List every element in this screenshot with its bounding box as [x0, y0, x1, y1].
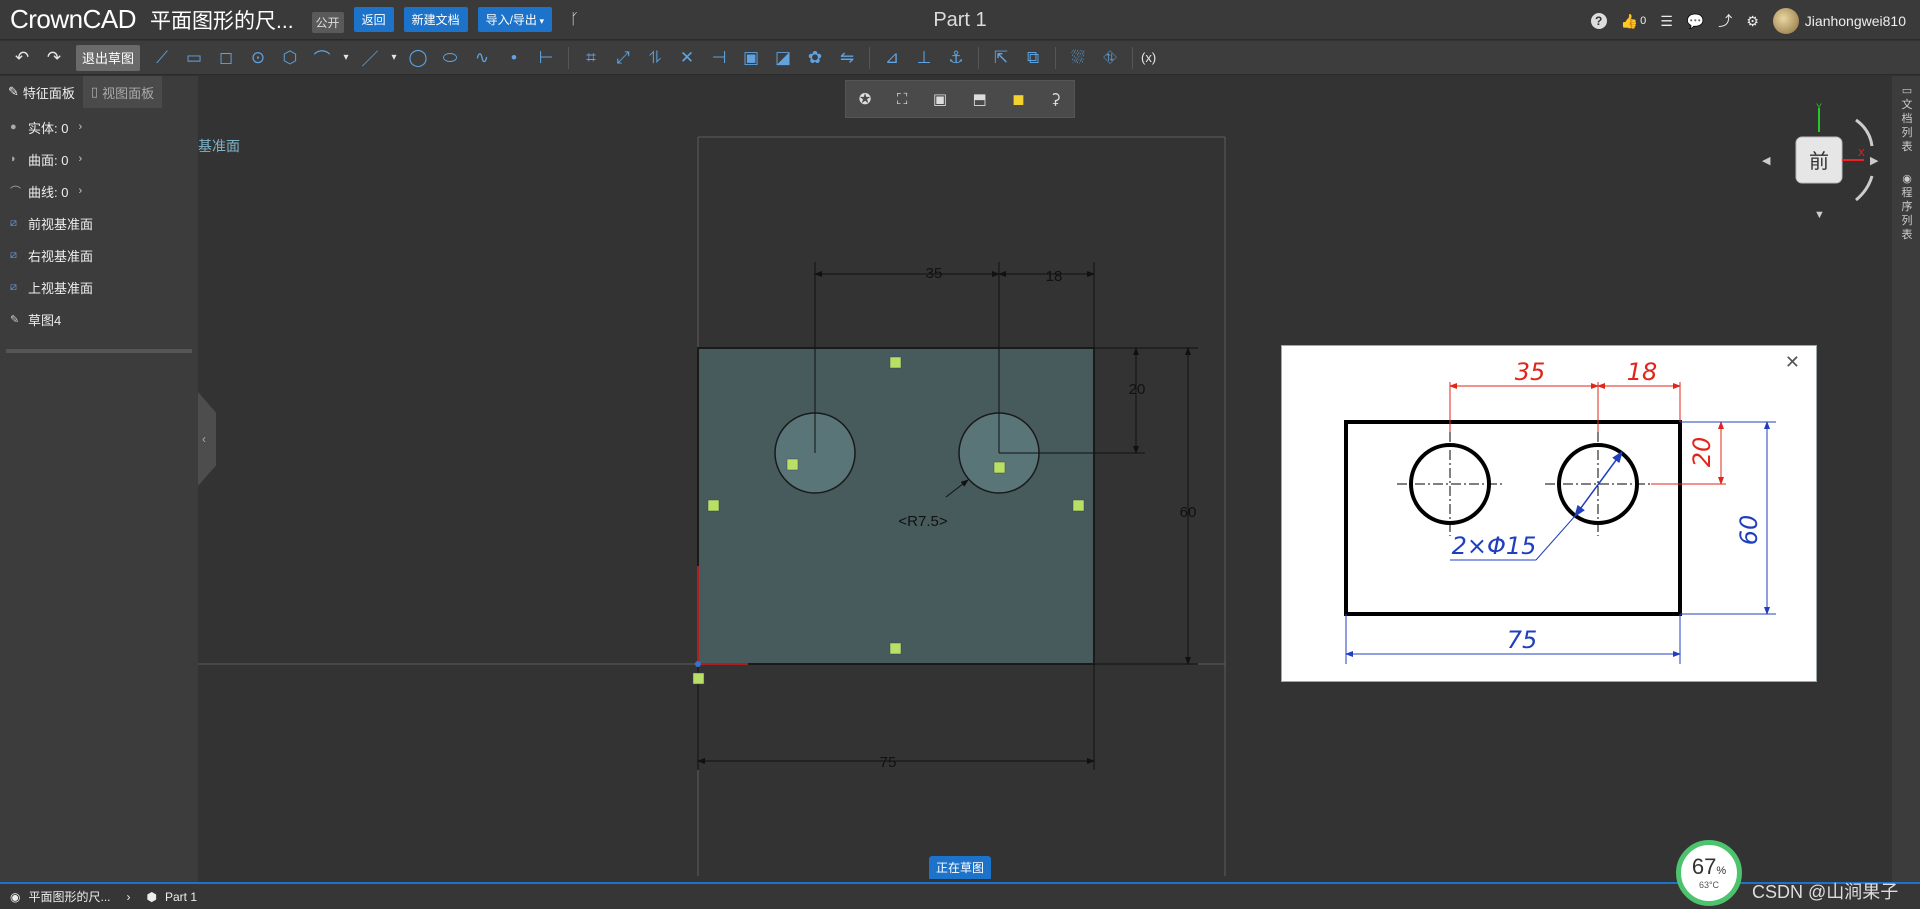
performance-meter[interactable]: 67% 63°C — [1676, 840, 1742, 906]
chevron-left-icon: ‹ — [202, 432, 206, 446]
curve-icon: ⌒ — [10, 186, 21, 198]
surface-icon: ◗ — [10, 153, 17, 165]
folder-icon: ▭ — [1901, 85, 1913, 97]
dimension-20-text[interactable]: 20 — [1129, 381, 1146, 398]
tree-item-label: 曲面: 0 — [28, 152, 69, 168]
tab-feature-label: 特征面板 — [22, 85, 75, 101]
y-axis-label: Y — [1816, 102, 1822, 112]
tab-view-label: 视图面板 — [102, 85, 155, 101]
normal-to-icon[interactable]: ⬒ — [973, 90, 987, 108]
chevron-right-icon: › — [126, 889, 131, 904]
tab-feature-panel[interactable]: ✎ 特征面板 — [0, 76, 83, 108]
radius-text[interactable]: <R7.5> — [898, 513, 947, 530]
tree-item-surfaces[interactable]: ◗ 曲面: 0 › — [0, 143, 198, 175]
plane-icon: ⧄ — [10, 280, 17, 293]
view-cube[interactable]: Y 前 X ◀ ▶ ▼ — [1760, 102, 1900, 222]
shaded-icon[interactable]: ◼ — [1012, 90, 1024, 108]
rotate-down-icon[interactable]: ▼ — [1814, 209, 1825, 221]
vertical-constraint-icon[interactable] — [707, 499, 720, 512]
fixed-constraint-icon[interactable] — [692, 672, 705, 685]
reference-image-panel: ✕ 35 18 20 60 75 2×Φ15 — [1281, 345, 1817, 682]
tree-item-top-plane[interactable]: ⧄ 上视基准面 — [0, 271, 198, 303]
horizontal-constraint-icon[interactable] — [889, 356, 902, 369]
percent-sign: % — [1716, 865, 1727, 877]
perf-percent: 67 — [1691, 854, 1717, 879]
tree-item-sketch4[interactable]: ✎ 草图4 — [0, 303, 198, 335]
chevron-right-icon[interactable]: › — [78, 185, 82, 197]
ref-text-20: 20 — [1688, 437, 1716, 468]
tab-view-panel[interactable]: ▯ 视图面板 — [82, 76, 163, 108]
tree-item-label: 前视基准面 — [28, 216, 94, 232]
tree-item-curves[interactable]: ⌒ 曲线: 0 › — [0, 175, 198, 207]
feature-panel: ✎ 特征面板 ▯ 视图面板 ● 实体: 0 › ◗ 曲面: 0 › ⌒ 曲线: … — [0, 76, 198, 882]
zoom-fit-icon[interactable]: ⛶ — [897, 91, 908, 108]
render-mode-icon[interactable]: ✪ — [859, 90, 872, 108]
breadcrumb-document[interactable]: 平面图形的尺... — [28, 888, 110, 905]
right-side-strip: ▭ 文档列表 ◉ 程序列表 — [1892, 76, 1920, 882]
breadcrumb-part[interactable]: Part 1 — [165, 890, 197, 904]
part-icon: ⬢ — [146, 889, 157, 904]
ref-rectangle — [1344, 420, 1682, 616]
section-view-icon[interactable]: ⚳ — [1050, 90, 1061, 108]
dimension-75-text[interactable]: 75 — [880, 754, 897, 771]
document-list-label: 文档列表 — [1901, 99, 1913, 153]
origin-point[interactable] — [695, 661, 701, 667]
tree-item-label: 上视基准面 — [28, 280, 94, 296]
dimension-18-text[interactable]: 18 — [1046, 268, 1063, 285]
book-icon: ▯ — [90, 84, 99, 99]
program-list-label: 程序列表 — [1901, 187, 1913, 241]
tree-item-label: 曲线: 0 — [28, 184, 69, 200]
solid-icon: ● — [10, 121, 17, 133]
view-orientation-icon[interactable]: ▣ — [933, 90, 947, 108]
ref-leader — [1535, 515, 1576, 561]
tree-item-label: 草图4 — [28, 312, 62, 328]
tree-item-solids[interactable]: ● 实体: 0 › — [0, 111, 198, 143]
tree-item-right-plane[interactable]: ⧄ 右视基准面 — [0, 239, 198, 271]
plane-icon: ⧄ — [10, 216, 17, 229]
edit-icon: ✎ — [8, 84, 19, 99]
document-icon: ◉ — [10, 889, 21, 904]
dimension-35-text[interactable]: 35 — [926, 265, 943, 282]
sketch-rectangle[interactable] — [697, 347, 1095, 665]
sketching-status-tab: 正在草图 — [929, 856, 992, 879]
ref-text-35: 35 — [1515, 358, 1546, 386]
chevron-right-icon[interactable]: › — [78, 121, 82, 133]
rotate-left-icon[interactable]: ◀ — [1762, 155, 1771, 167]
program-list-tab[interactable]: ◉ 程序列表 — [1900, 172, 1914, 242]
tree-item-label: 实体: 0 — [28, 120, 69, 136]
panel-divider — [6, 349, 192, 353]
rotate-right-icon[interactable]: ▶ — [1870, 155, 1879, 167]
vertical-constraint-icon[interactable] — [1072, 499, 1085, 512]
x-axis-label: X — [1858, 148, 1865, 159]
plane-icon: ⧄ — [10, 248, 17, 261]
equal-constraint-icon[interactable] — [993, 461, 1006, 474]
watermark: CSDN @山涧果子 — [1752, 882, 1899, 902]
ref-text-75: 75 — [1507, 626, 1538, 654]
status-bar: ◉ 平面图形的尺... › ⬢ Part 1 — [0, 882, 1920, 909]
reference-drawing: 35 18 20 60 75 2×Φ15 — [1344, 358, 1776, 664]
sketch-icon: ✎ — [10, 313, 20, 326]
perf-temperature: 63°C — [1698, 880, 1720, 890]
tree-item-label: 右视基准面 — [28, 248, 94, 264]
document-list-tab[interactable]: ▭ 文档列表 — [1900, 84, 1914, 154]
view-toolbar: ✪ ⛶ ▣ ⬒ ◼ ⚳ — [845, 80, 1075, 118]
view-cube-face-label: 前 — [1809, 149, 1829, 173]
roll-ccw-icon[interactable] — [1855, 175, 1874, 202]
ref-text-holes: 2×Φ15 — [1452, 532, 1537, 560]
horizontal-constraint-icon[interactable] — [889, 642, 902, 655]
dimension-60-text[interactable]: 60 — [1180, 504, 1197, 521]
ref-text-18: 18 — [1627, 358, 1658, 386]
roll-cw-icon[interactable] — [1855, 118, 1874, 147]
program-icon: ◉ — [1902, 173, 1912, 185]
equal-constraint-icon[interactable] — [786, 458, 799, 471]
tree-item-front-plane[interactable]: ⧄ 前视基准面 — [0, 207, 198, 239]
chevron-right-icon[interactable]: › — [78, 153, 82, 165]
ref-text-60: 60 — [1735, 515, 1763, 546]
